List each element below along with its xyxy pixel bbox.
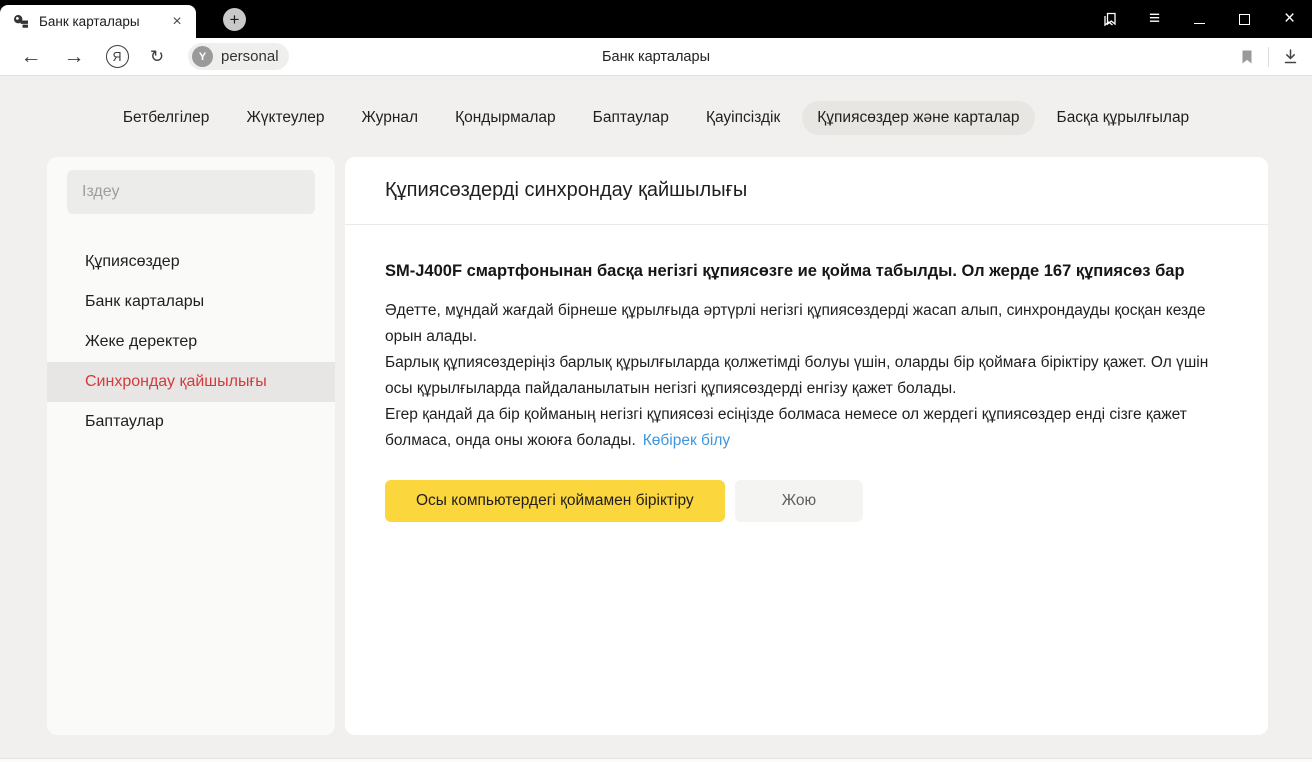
bookmark-flag-icon[interactable] <box>1238 48 1256 66</box>
browser-toolbar: ← → Я ↻ Y personal Банк карталары <box>0 38 1312 76</box>
sidebar-list: Құпиясөздер Банк карталары Жеке деректер… <box>47 242 335 442</box>
address-badge-label: personal <box>221 48 285 65</box>
address-bar-badge[interactable]: Y personal <box>188 43 289 70</box>
close-window-button[interactable]: × <box>1267 0 1312 38</box>
description-paragraph: Барлық құпиясөздеріңіз барлық құрылғылар… <box>385 350 1223 402</box>
action-buttons: Осы компьютердегі қоймамен біріктіру Жою <box>385 480 1228 522</box>
tab-title: Банк карталары <box>39 14 166 29</box>
window-controls: ≡ × <box>1087 0 1312 38</box>
main-card: Құпиясөздерді синхрондау қайшылығы SM-J4… <box>345 157 1268 735</box>
forward-icon[interactable]: → <box>57 42 91 72</box>
tab-downloads[interactable]: Жүктеулер <box>231 101 339 135</box>
sidebar: Құпиясөздер Банк карталары Жеке деректер… <box>47 157 335 735</box>
protect-icon: Y <box>192 46 213 67</box>
sidebar-item-passwords[interactable]: Құпиясөздер <box>47 242 335 282</box>
tab-passwords-and-cards[interactable]: Құпиясөздер және карталар <box>802 101 1034 135</box>
side-panels-icon[interactable] <box>1087 0 1132 38</box>
maximize-button[interactable] <box>1222 0 1267 38</box>
window-titlebar: Банк карталары × + ≡ × <box>0 0 1312 38</box>
sidebar-item-settings[interactable]: Баптаулар <box>47 402 335 442</box>
sidebar-item-personal-data[interactable]: Жеке деректер <box>47 322 335 362</box>
content-area: Құпиясөздер Банк карталары Жеке деректер… <box>47 157 1268 735</box>
tab-close-icon[interactable]: × <box>166 11 188 33</box>
description-paragraph: Әдетте, мұндай жағдай бірнеше құрылғыда … <box>385 298 1223 350</box>
menu-icon[interactable]: ≡ <box>1132 0 1177 38</box>
browser-tab[interactable]: Банк карталары × <box>0 5 196 38</box>
sidebar-item-bank-cards[interactable]: Банк карталары <box>47 282 335 322</box>
learn-more-link[interactable]: Көбірек білу <box>643 432 730 449</box>
tab-settings[interactable]: Баптаулар <box>578 101 684 135</box>
tab-history[interactable]: Журнал <box>347 101 434 135</box>
search-input[interactable] <box>67 170 315 214</box>
back-icon[interactable]: ← <box>14 42 48 72</box>
refresh-icon[interactable]: ↻ <box>140 42 174 72</box>
search-box <box>67 170 315 214</box>
yandex-home-icon[interactable]: Я <box>100 42 134 72</box>
tab-extensions[interactable]: Қондырмалар <box>440 101 571 135</box>
sidebar-item-sync-conflict[interactable]: Синхрондау қайшылығы <box>47 362 335 402</box>
key-icon <box>13 13 30 30</box>
merge-with-local-storage-button[interactable]: Осы компьютердегі қоймамен біріктіру <box>385 480 725 522</box>
conflict-alert-title: SM-J400F смартфонынан басқа негізгі құпи… <box>385 258 1215 285</box>
conflict-description: Әдетте, мұндай жағдай бірнеше құрылғыда … <box>385 298 1223 454</box>
download-icon[interactable] <box>1281 47 1300 66</box>
tab-other-devices[interactable]: Басқа құрылғылар <box>1042 101 1205 135</box>
toolbar-separator <box>1268 47 1269 67</box>
minimize-button[interactable] <box>1177 0 1222 38</box>
window-bottom-edge <box>0 758 1312 762</box>
page-title: Құпиясөздерді синхрондау қайшылығы <box>385 179 747 202</box>
settings-nav-tabs: Бетбелгілер Жүктеулер Журнал Қондырмалар… <box>0 76 1312 135</box>
tab-bookmarks[interactable]: Бетбелгілер <box>108 101 225 135</box>
main-body: SM-J400F смартфонынан басқа негізгі құпи… <box>345 225 1268 522</box>
description-paragraph: Егер қандай да бір қойманың негізгі құпи… <box>385 402 1223 454</box>
delete-button[interactable]: Жою <box>735 480 863 522</box>
settings-page: Бетбелгілер Жүктеулер Журнал Қондырмалар… <box>0 76 1312 762</box>
toolbar-right-group <box>1238 47 1300 67</box>
new-tab-button[interactable]: + <box>223 8 246 31</box>
main-header: Құпиясөздерді синхрондау қайшылығы <box>345 157 1268 225</box>
tab-security[interactable]: Қауіпсіздік <box>691 101 795 135</box>
